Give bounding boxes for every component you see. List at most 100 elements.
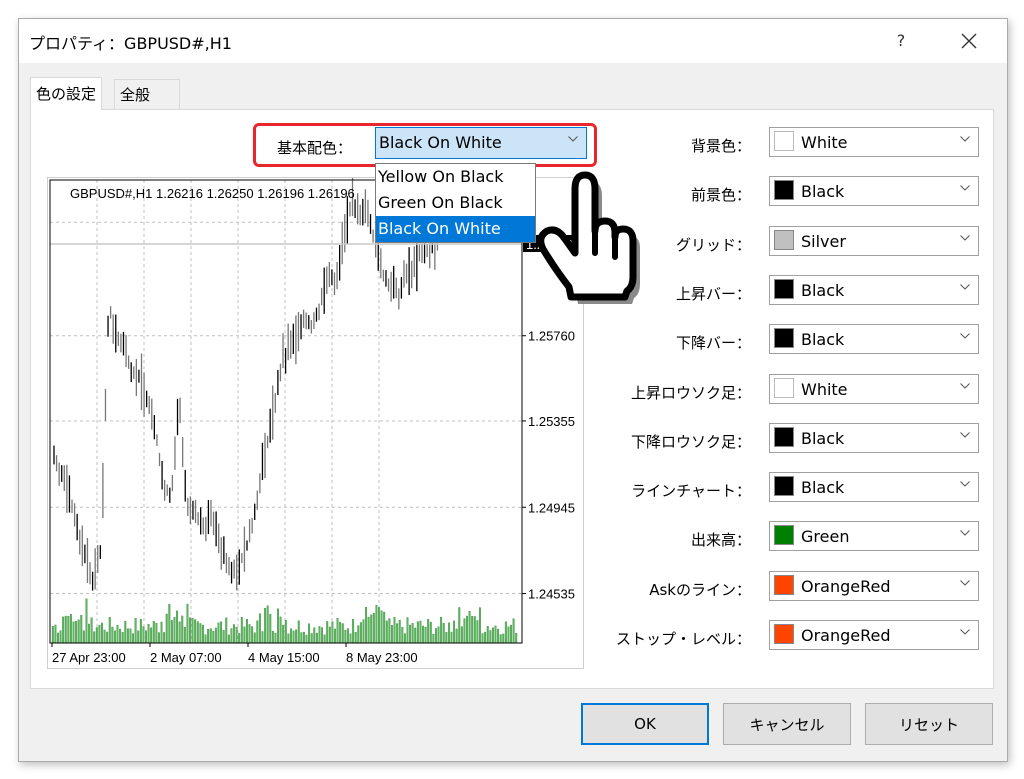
volume-bar	[510, 624, 512, 644]
property-color-select[interactable]: White	[769, 127, 979, 157]
volume-bar	[233, 624, 235, 644]
chevron-down-icon	[960, 432, 970, 438]
volume-bar	[331, 621, 334, 644]
volume-bar	[287, 633, 290, 644]
volume-bar	[346, 628, 349, 644]
volume-bar	[54, 624, 57, 644]
volume-bar	[246, 619, 248, 644]
property-label: Askのライン：	[649, 581, 751, 599]
property-label: グリッド：	[675, 236, 751, 254]
volume-bar	[507, 626, 510, 644]
volume-bar	[202, 624, 204, 644]
property-color-select[interactable]: Black	[769, 176, 979, 206]
tab-color-settings[interactable]: 色の設定	[30, 77, 103, 110]
volume-bar	[88, 623, 90, 644]
property-color-select[interactable]: White	[769, 374, 979, 404]
color-swatch	[774, 427, 794, 447]
volume-bar	[176, 610, 179, 644]
scheme-option-black-on-white[interactable]: Black On White	[376, 216, 535, 242]
volume-bar	[220, 621, 223, 644]
property-color-select[interactable]: Black	[769, 324, 979, 354]
x-tick-label: 27 Apr 23:00	[52, 650, 126, 665]
volume-bar	[238, 633, 241, 644]
base-scheme-label: 基本配色：	[277, 139, 353, 157]
x-tick-label: 8 May 23:00	[346, 650, 418, 665]
volume-bar	[279, 616, 282, 644]
volume-bar	[261, 631, 264, 644]
volume-bar	[466, 615, 468, 644]
volume-bar	[116, 625, 119, 644]
volume-bar	[427, 618, 430, 644]
volume-bar	[67, 616, 70, 644]
volume-bar	[183, 627, 186, 644]
volume-bar	[111, 626, 114, 644]
volume-bar	[380, 610, 383, 644]
volume-bar	[318, 626, 321, 644]
volume-bar	[196, 621, 199, 644]
volume-bar	[181, 615, 184, 644]
reset-button[interactable]: リセット	[865, 703, 993, 745]
volume-bar	[479, 607, 481, 644]
volume-bar	[264, 608, 267, 644]
chevron-down-icon	[568, 136, 578, 142]
volume-bar	[103, 629, 106, 644]
volume-bar	[385, 620, 388, 644]
scheme-option-yellow-on-black[interactable]: Yellow On Black	[376, 164, 535, 190]
property-value: Black	[801, 429, 845, 448]
volume-bar	[416, 621, 419, 644]
scheme-option-green-on-black[interactable]: Green On Black	[376, 190, 535, 216]
volume-bar	[455, 628, 458, 644]
cancel-button[interactable]: キャンセル	[723, 703, 851, 745]
volume-bar	[90, 617, 93, 644]
property-color-select[interactable]: Silver	[769, 226, 979, 256]
volume-bar	[486, 626, 489, 644]
volume-bar	[297, 620, 300, 644]
volume-bar	[230, 628, 233, 644]
volume-bar	[155, 623, 158, 644]
volume-bar	[497, 628, 500, 644]
x-tick-label: 2 May 07:00	[150, 650, 222, 665]
volume-bar	[460, 626, 463, 644]
chevron-down-icon	[960, 185, 970, 191]
volume-bar	[266, 605, 269, 644]
close-button[interactable]	[949, 27, 989, 55]
base-scheme-select[interactable]: Black On White	[375, 127, 587, 159]
property-label: 背景色：	[690, 137, 751, 155]
volume-bar	[64, 615, 67, 644]
property-label: 上昇バー：	[675, 285, 751, 303]
volume-bar	[243, 626, 246, 644]
y-tick-label: 1.25760	[528, 329, 575, 344]
property-label: 前景色：	[690, 186, 751, 204]
chevron-down-icon	[960, 383, 970, 389]
property-color-select[interactable]: OrangeRed	[769, 620, 979, 650]
property-color-select[interactable]: Black	[769, 275, 979, 305]
volume-bar	[352, 618, 355, 644]
volume-bar	[403, 633, 406, 644]
property-color-select[interactable]: Black	[769, 472, 979, 502]
volume-bar	[173, 617, 176, 644]
volume-bar	[295, 629, 298, 644]
volume-bar	[515, 632, 518, 644]
volume-bar	[150, 627, 153, 644]
color-swatch	[774, 378, 794, 398]
volume-bar	[82, 630, 85, 644]
volume-bar	[344, 630, 347, 644]
property-color-select[interactable]: Green	[769, 521, 979, 551]
volume-bar	[212, 630, 215, 644]
volume-bar	[388, 618, 391, 644]
volume-bar	[302, 631, 305, 644]
chart-title: GBPUSD#,H1 1.26216 1.26250 1.26196 1.261…	[70, 186, 355, 201]
y-tick-label: 1.24535	[528, 587, 575, 602]
volume-bar	[119, 628, 122, 644]
volume-bar	[422, 625, 424, 644]
property-label: 下降バー：	[675, 334, 751, 352]
volume-bar	[484, 631, 487, 644]
property-color-select[interactable]: OrangeRed	[769, 571, 979, 601]
volume-bar	[80, 615, 83, 644]
tab-general[interactable]: 全般	[114, 79, 180, 110]
volume-bar	[375, 604, 378, 644]
help-button[interactable]: ?	[881, 27, 921, 55]
ok-button[interactable]: OK	[581, 703, 709, 745]
volume-bar	[349, 633, 352, 644]
property-color-select[interactable]: Black	[769, 423, 979, 453]
